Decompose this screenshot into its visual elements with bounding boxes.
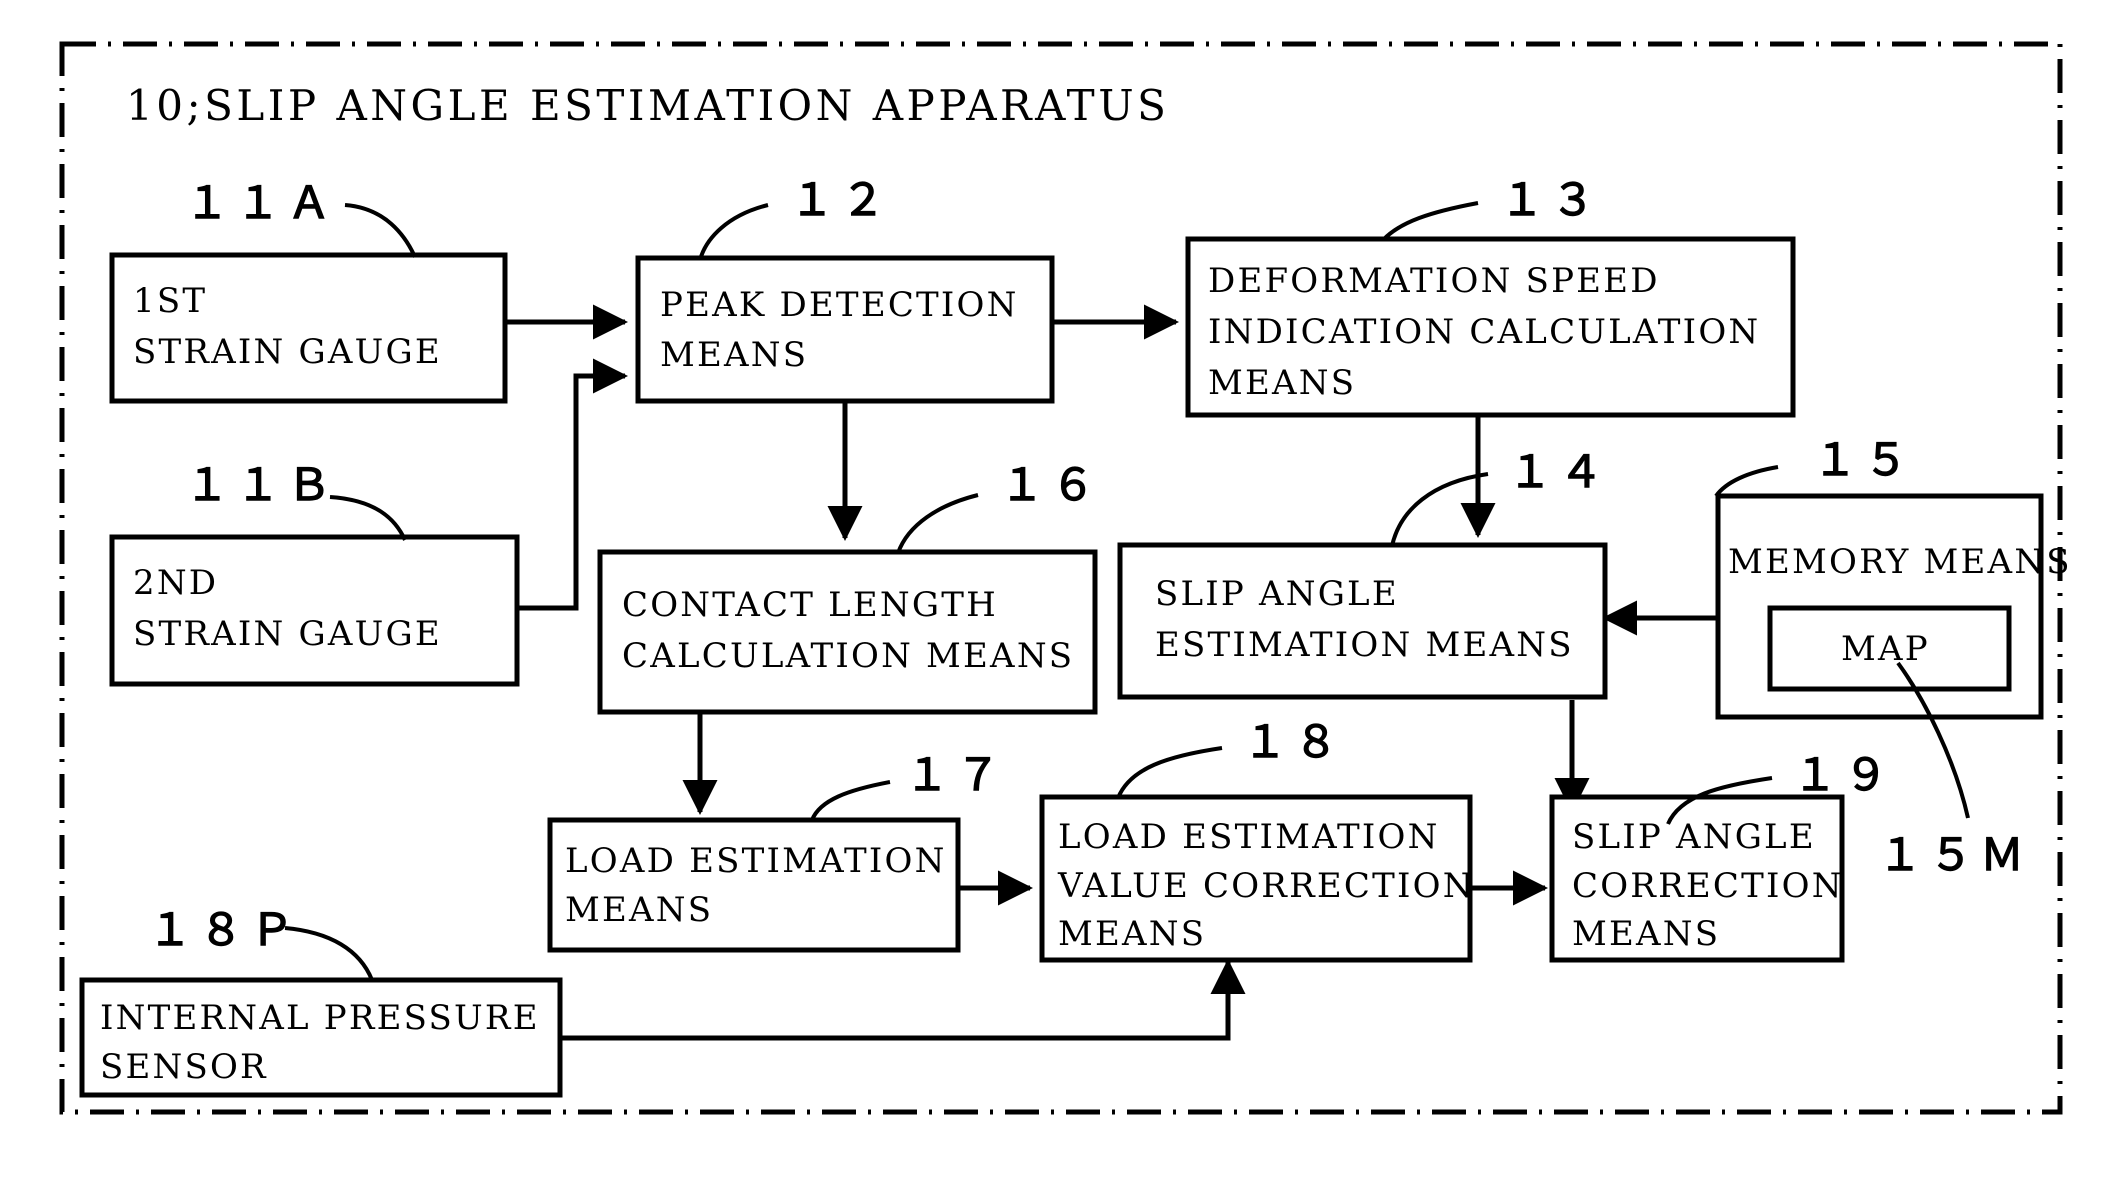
ref-label-19: １９ — [1793, 750, 1895, 801]
block-13-line2: INDICATION CALCULATION — [1208, 312, 1760, 352]
ref-label-16: １６ — [1000, 460, 1102, 511]
block-18p-line1: INTERNAL PRESSURE — [100, 998, 540, 1038]
ref-label-14-group: １４ — [1390, 447, 1610, 547]
leader-15 — [1714, 465, 1779, 498]
ref-label-15-group: １５ — [1714, 435, 1915, 498]
leader-12 — [698, 203, 769, 261]
ref-label-18: １８ — [1243, 717, 1345, 768]
block-19-line2: CORRECTION — [1572, 866, 1844, 906]
block-12-rect[interactable] — [635, 255, 1055, 404]
block-deformation-speed-means[interactable]: DEFORMATION SPEED INDICATION CALCULATION… — [1185, 236, 1796, 418]
block-14-rect[interactable] — [1117, 542, 1608, 700]
ref-label-13-group: １３ — [1381, 175, 1602, 242]
block-11a-rect[interactable] — [109, 252, 508, 404]
block-15-line1: MEMORY MEANS — [1728, 542, 2072, 582]
block-16-line1: CONTACT LENGTH — [622, 585, 998, 625]
block-11a-line1: 1ST — [133, 281, 207, 321]
block-peak-detection-means[interactable]: PEAK DETECTION MEANS — [635, 255, 1055, 404]
block-17-line1: LOAD ESTIMATION — [565, 841, 947, 881]
block-17-line2: MEANS — [565, 890, 713, 930]
ref-label-17-group: １７ — [810, 750, 1007, 821]
ref-label-13: １３ — [1500, 175, 1602, 226]
block-11b-rect[interactable] — [109, 534, 520, 687]
block-13-line1: DEFORMATION SPEED — [1208, 261, 1660, 301]
leader-11a — [344, 203, 417, 258]
block-18-line1: LOAD ESTIMATION — [1058, 817, 1440, 857]
block-18p-line2: SENSOR — [100, 1047, 268, 1087]
block-16-rect[interactable] — [597, 549, 1098, 715]
conn-18p-to-18 — [560, 959, 1246, 1041]
block-12-line1: PEAK DETECTION — [660, 285, 1019, 325]
block-memory-means[interactable]: MEMORY MEANS MAP — [1715, 493, 2072, 720]
ref-label-14: １４ — [1508, 447, 1610, 498]
ref-label-12-group: １２ — [698, 175, 892, 261]
block-internal-pressure-sensor[interactable]: INTERNAL PRESSURE SENSOR — [79, 977, 563, 1098]
block-slip-angle-correction-means[interactable]: SLIP ANGLE CORRECTION MEANS — [1549, 794, 1845, 963]
leader-17 — [810, 780, 891, 821]
block-slip-angle-estimation-means[interactable]: SLIP ANGLE ESTIMATION MEANS — [1117, 542, 1608, 700]
ref-label-18p-group: １８Ｐ — [148, 905, 374, 981]
block-contact-length-means[interactable]: CONTACT LENGTH CALCULATION MEANS — [597, 549, 1098, 715]
block-13-line3: MEANS — [1208, 363, 1356, 403]
ref-label-11a: １１Ａ — [185, 178, 338, 229]
block-load-value-correction-means[interactable]: LOAD ESTIMATION VALUE CORRECTION MEANS — [1039, 794, 1475, 963]
block-11b-line2: STRAIN GAUGE — [133, 614, 442, 654]
block-14-line1: SLIP ANGLE — [1155, 574, 1399, 614]
ref-label-16-group: １６ — [896, 460, 1102, 554]
leader-13 — [1381, 201, 1479, 242]
block-2nd-strain-gauge[interactable]: 2ND STRAIN GAUGE — [109, 534, 520, 687]
block-1st-strain-gauge[interactable]: 1ST STRAIN GAUGE — [109, 252, 508, 404]
block-17-rect[interactable] — [547, 817, 961, 953]
ref-label-11b: １１Ｂ — [185, 460, 338, 511]
block-19-line3: MEANS — [1572, 914, 1720, 954]
block-16-line2: CALCULATION MEANS — [622, 636, 1074, 676]
block-14-line2: ESTIMATION MEANS — [1155, 625, 1574, 665]
ref-label-17: １７ — [905, 750, 1007, 801]
block-18-line3: MEANS — [1058, 914, 1206, 954]
block-diagram: 10;SLIP ANGLE ESTIMATION APPARATUS 1ST S… — [59, 41, 2072, 1115]
block-15m-label: MAP — [1841, 629, 1930, 669]
ref-label-12: １２ — [790, 175, 892, 226]
block-18-line2: VALUE CORRECTION — [1057, 866, 1475, 906]
block-11a-line2: STRAIN GAUGE — [133, 332, 442, 372]
ref-label-18p: １８Ｐ — [148, 905, 301, 956]
ref-label-11b-group: １１Ｂ — [185, 460, 407, 541]
ref-label-15: １５ — [1813, 435, 1915, 486]
leader-18 — [1116, 746, 1223, 799]
block-19-line1: SLIP ANGLE — [1572, 817, 1816, 857]
figure-title: 10;SLIP ANGLE ESTIMATION APPARATUS — [126, 81, 1169, 130]
block-load-estimation-means[interactable]: LOAD ESTIMATION MEANS — [547, 817, 961, 953]
block-12-line2: MEANS — [660, 335, 808, 375]
leader-11b — [329, 495, 407, 541]
leader-16 — [896, 493, 979, 554]
ref-label-15m: １５Ｍ — [1878, 830, 2031, 881]
block-11b-line1: 2ND — [133, 563, 218, 603]
ref-label-11a-group: １１Ａ — [185, 178, 417, 258]
leader-14 — [1390, 472, 1489, 547]
ref-label-18-group: １８ — [1116, 717, 1345, 799]
figure-canvas: 10;SLIP ANGLE ESTIMATION APPARATUS 1ST S… — [0, 0, 2125, 1201]
